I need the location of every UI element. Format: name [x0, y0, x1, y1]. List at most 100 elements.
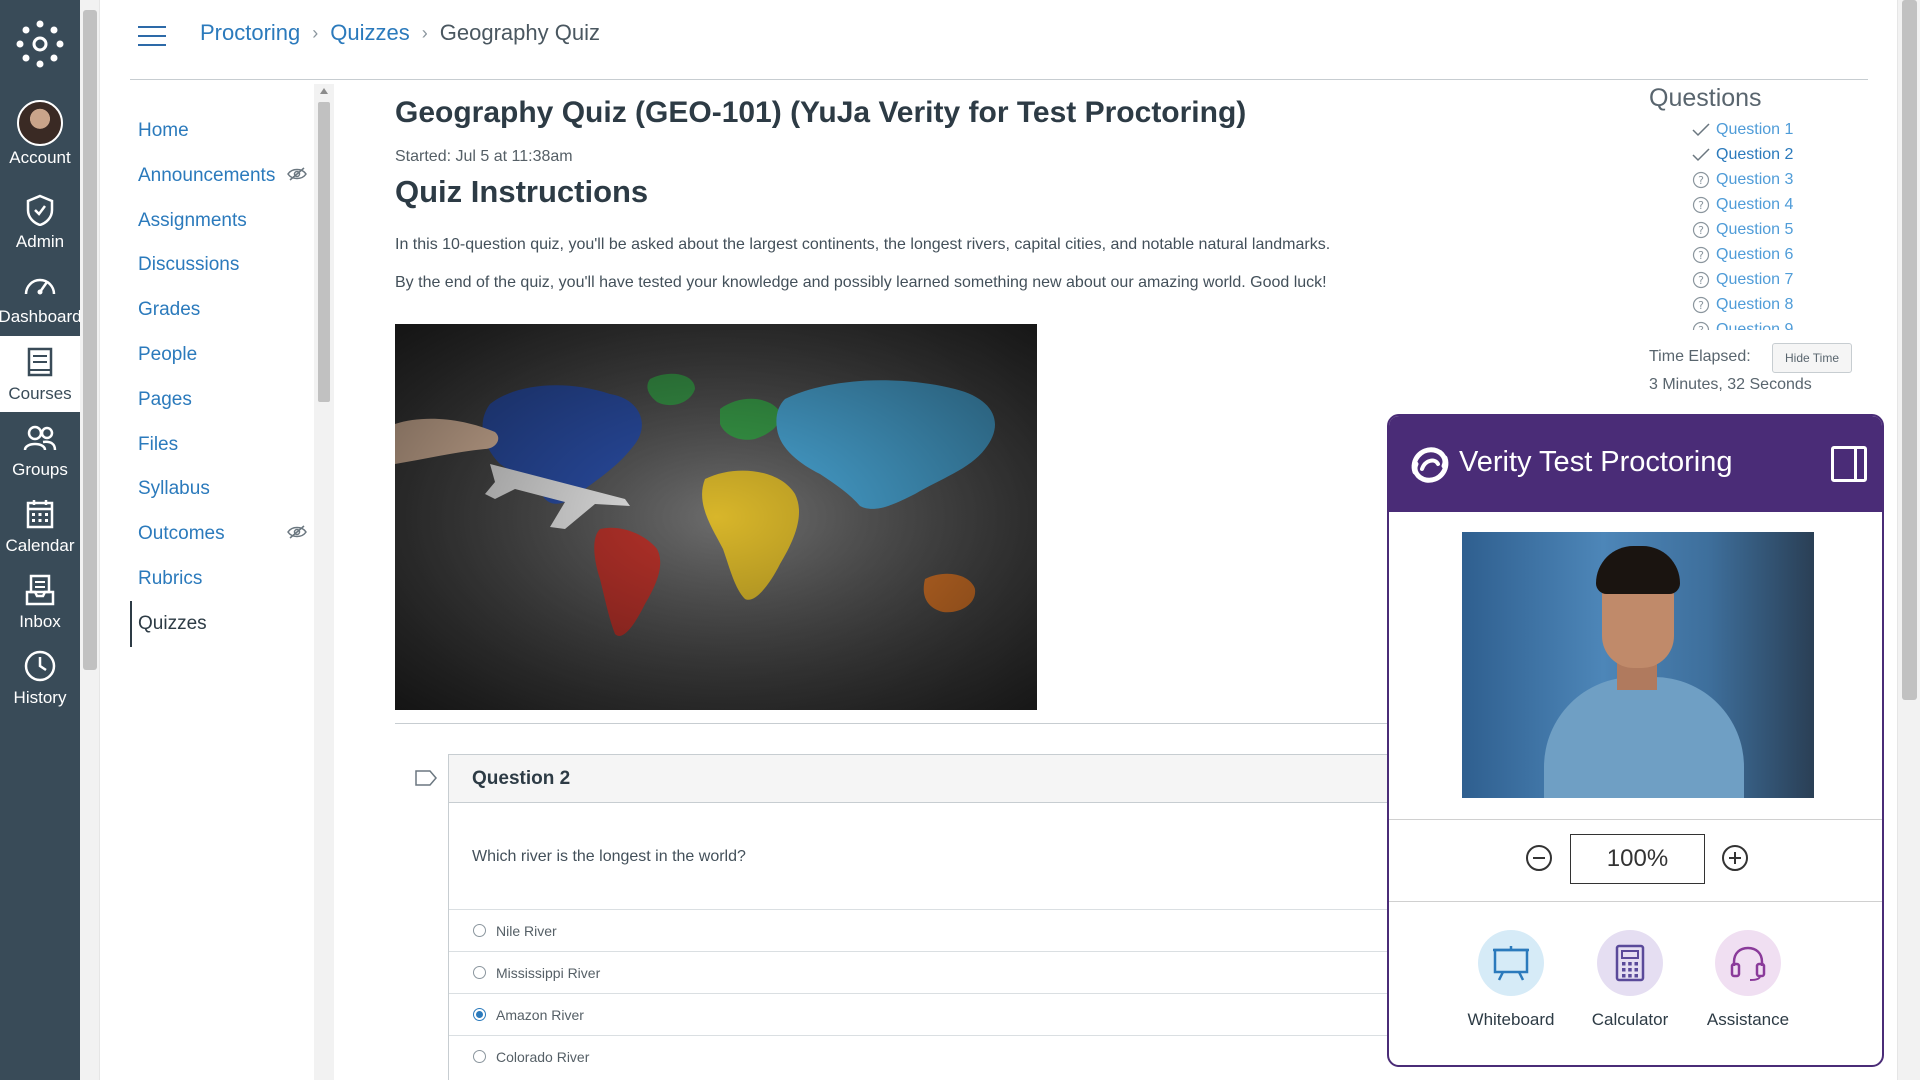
content-divider	[395, 723, 1389, 724]
whiteboard-button[interactable]: Whiteboard	[1456, 930, 1566, 1030]
page-scrollbar[interactable]	[1897, 0, 1920, 1080]
nav-dashboard[interactable]: Dashboard	[0, 267, 82, 339]
flag-question-icon[interactable]	[415, 770, 437, 786]
yuja-logo-icon	[1411, 447, 1449, 483]
course-nav-outcomes[interactable]: Outcomes	[138, 523, 225, 545]
course-nav-discussions[interactable]: Discussions	[138, 254, 239, 276]
calculator-label: Calculator	[1591, 1010, 1669, 1029]
questions-list: Question 1 Question 2 ? Question 3 ? Que…	[1692, 118, 1842, 330]
course-nav-rubrics[interactable]: Rubrics	[138, 568, 202, 590]
question-link-current[interactable]: Question 2	[1692, 143, 1793, 167]
instructions-heading: Quiz Instructions	[395, 174, 649, 209]
breadcrumb-current: Geography Quiz	[439, 20, 600, 45]
question-link[interactable]: ? Question 8	[1692, 293, 1793, 317]
question-text: Which river is the longest in the world?	[472, 848, 746, 865]
course-nav-grades[interactable]: Grades	[138, 299, 200, 321]
menu-toggle-icon[interactable]	[138, 26, 166, 48]
svg-text:?: ?	[1698, 174, 1704, 187]
zoom-in-icon[interactable]	[1721, 844, 1749, 872]
nav-admin[interactable]: Admin	[0, 192, 80, 264]
question-link-label: Question 8	[1716, 296, 1794, 313]
course-nav-syllabus[interactable]: Syllabus	[138, 478, 210, 500]
question-link-label: Question 3	[1716, 171, 1794, 188]
course-nav-quizzes[interactable]: Quizzes	[138, 613, 207, 635]
question-mark-icon: ?	[1692, 196, 1710, 214]
dock-panel-icon[interactable]	[1831, 446, 1867, 482]
nav-inbox-label: Inbox	[19, 612, 61, 631]
nav-groups[interactable]: Groups	[0, 420, 80, 492]
started-time: Started: Jul 5 at 11:38am	[395, 148, 573, 165]
page-scrollbar-left[interactable]	[80, 0, 100, 1080]
question-link[interactable]: ? Question 6	[1692, 243, 1793, 267]
headset-icon	[1715, 930, 1781, 996]
answer-label: Amazon River	[496, 1006, 584, 1023]
svg-text:?: ?	[1698, 224, 1704, 237]
instructions-paragraph: By the end of the quiz, you'll have test…	[395, 274, 1327, 291]
hidden-eye-icon	[287, 525, 307, 539]
question-link-label: Question 1	[1716, 121, 1794, 138]
hide-time-button[interactable]: Hide Time	[1772, 343, 1852, 373]
zoom-out-icon[interactable]	[1525, 844, 1553, 872]
answer-option[interactable]: Mississippi River	[449, 951, 1391, 993]
svg-text:?: ?	[1698, 299, 1704, 312]
question-link[interactable]: ? Question 3	[1692, 168, 1793, 192]
calculator-button[interactable]: Calculator	[1575, 930, 1685, 1030]
verity-header[interactable]: Verity Test Proctoring	[1389, 416, 1882, 512]
answer-option[interactable]: Nile River	[449, 909, 1391, 951]
svg-text:?: ?	[1698, 199, 1704, 212]
nav-inbox[interactable]: Inbox	[0, 572, 80, 644]
scroll-thumb[interactable]	[83, 10, 97, 670]
course-nav-home[interactable]: Home	[138, 120, 189, 142]
whiteboard-label: Whiteboard	[1467, 1010, 1555, 1029]
radio-button[interactable]	[473, 1050, 486, 1063]
course-nav-announcements[interactable]: Announcements	[138, 165, 275, 187]
svg-text:?: ?	[1698, 249, 1704, 262]
radio-button[interactable]	[473, 966, 486, 979]
nav-account[interactable]: Account	[0, 100, 80, 172]
answer-label: Mississippi River	[496, 964, 601, 981]
breadcrumb-separator-icon: ›	[421, 22, 428, 43]
nav-history[interactable]: History	[0, 648, 80, 720]
person-shirt	[1544, 677, 1744, 798]
scroll-thumb[interactable]	[1902, 0, 1917, 700]
answer-label: Colorado River	[496, 1048, 590, 1065]
question-link[interactable]: ? Question 4	[1692, 193, 1793, 217]
course-nav-pages[interactable]: Pages	[138, 389, 192, 411]
page-title: Geography Quiz (GEO-101) (YuJa Verity fo…	[395, 96, 1247, 129]
question-link[interactable]: ? Question 9	[1692, 318, 1793, 330]
time-elapsed-label: Time Elapsed:	[1649, 348, 1751, 365]
history-icon	[22, 648, 58, 684]
breadcrumb: Proctoring › Quizzes › Geography Quiz	[200, 20, 600, 46]
nav-calendar[interactable]: Calendar	[0, 496, 80, 568]
breadcrumb-quizzes[interactable]: Quizzes	[330, 20, 409, 46]
scroll-up-icon[interactable]	[320, 88, 328, 94]
header-divider	[130, 79, 1868, 80]
calculator-icon	[1597, 930, 1663, 996]
assistance-label: Assistance	[1706, 1010, 1790, 1029]
radio-button-selected[interactable]	[473, 1008, 486, 1021]
webcam-preview	[1462, 532, 1814, 798]
question-header: Question 2	[449, 755, 1391, 803]
question-link-label: Question 2	[1716, 146, 1794, 163]
answer-option[interactable]: Amazon River	[449, 993, 1391, 1035]
course-nav-assignments[interactable]: Assignments	[138, 210, 247, 232]
question-link-label: Question 9	[1716, 321, 1794, 330]
course-nav-files[interactable]: Files	[138, 434, 178, 456]
assistance-button[interactable]: Assistance	[1693, 930, 1803, 1030]
radio-button[interactable]	[473, 924, 486, 937]
question-link[interactable]: Question 1	[1692, 118, 1793, 142]
question-link[interactable]: ? Question 5	[1692, 218, 1793, 242]
inbox-icon	[22, 572, 58, 608]
zoom-level[interactable]: 100%	[1570, 834, 1705, 884]
question-mark-icon: ?	[1692, 296, 1710, 314]
canvas-logo-icon[interactable]	[14, 18, 66, 70]
breadcrumb-proctoring[interactable]: Proctoring	[200, 20, 300, 46]
global-nav: Account Admin Dashboard Courses Groups C…	[0, 0, 82, 1080]
answer-option[interactable]: Colorado River	[449, 1035, 1391, 1077]
panel-divider	[1389, 901, 1882, 902]
course-nav-people[interactable]: People	[138, 344, 197, 366]
course-nav-scrollbar[interactable]	[314, 84, 334, 1080]
scroll-thumb[interactable]	[318, 102, 330, 402]
nav-courses[interactable]: Courses	[0, 336, 80, 412]
question-link[interactable]: ? Question 7	[1692, 268, 1793, 292]
